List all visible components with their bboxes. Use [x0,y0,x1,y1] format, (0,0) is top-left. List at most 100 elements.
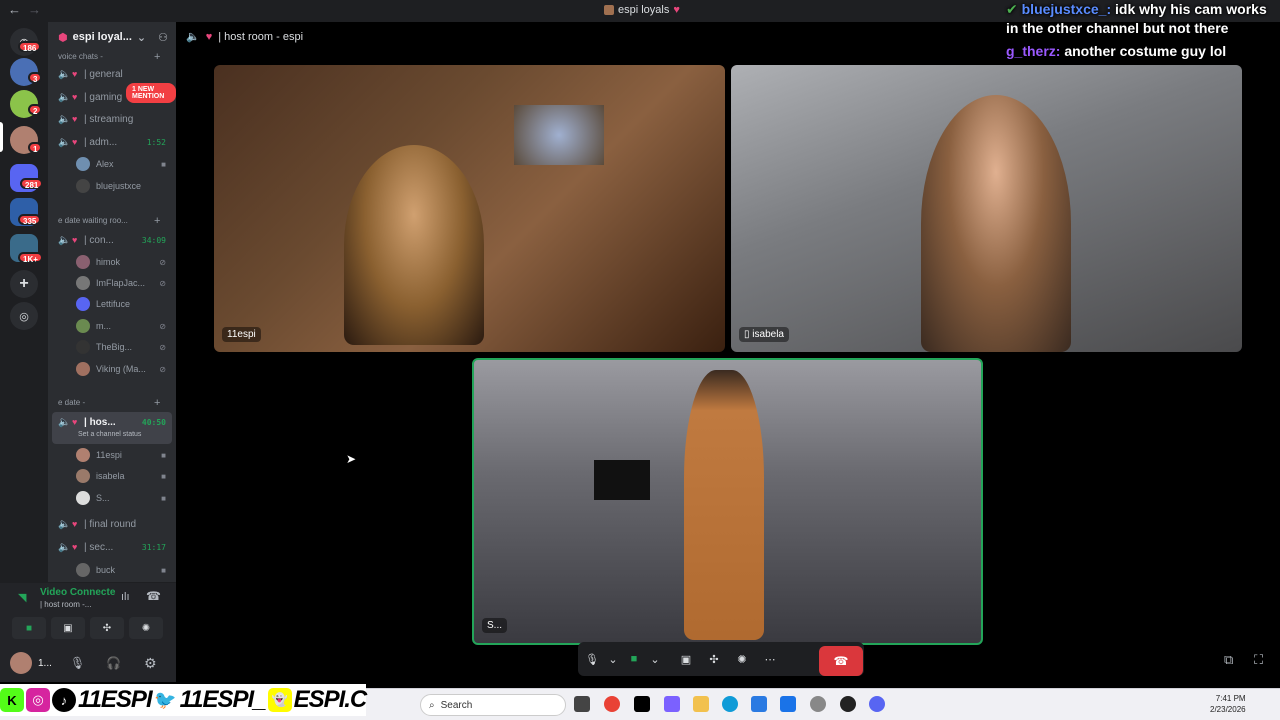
microphone-button[interactable]: 🎙 [578,646,606,672]
heart-icon: ♥ [72,92,78,102]
voice-channel-admin[interactable]: 🔈 ♥ | adm... 1:52 [52,132,172,152]
discord-icon[interactable] [869,696,885,712]
discover-icon[interactable]: ◎ [10,302,38,330]
channel-timer: 34:09 [141,235,166,245]
popout-icon[interactable]: ⧉ [1224,652,1233,668]
voice-user[interactable]: 11espi ■ [76,445,172,465]
add-channel-icon[interactable]: + [154,215,160,227]
soundboard-button[interactable]: ✺ [129,617,163,639]
settings-icon[interactable] [810,696,826,712]
back-arrow-icon[interactable]: ← [8,2,21,17]
voice-channel-general[interactable]: 🔈 ♥ | general [52,64,172,84]
social-handle: 11ESPI [78,686,153,713]
heart-icon: ♥ [72,519,78,529]
guild-badge: 335 [18,214,42,226]
forward-arrow-icon[interactable]: → [28,2,41,17]
file-explorer-icon[interactable] [574,696,590,712]
voice-channel-final-round[interactable]: 🔈 ♥ | final round [52,514,172,534]
avatar [76,362,90,376]
voice-user[interactable]: buck ■ [76,560,172,580]
activities-button[interactable]: ✣ [90,617,124,639]
avatar [76,297,90,311]
speaker-icon: 🔈 [58,518,71,530]
voice-status[interactable]: Video Connecte [40,587,115,598]
active-guild-indicator [0,122,3,152]
voice-user[interactable]: m... ⊘ [76,316,172,336]
video-icon: ■ [161,450,166,460]
app-icon[interactable] [780,696,796,712]
taskbar-search[interactable]: ⌕ Search [420,694,566,716]
video-tile-speaking[interactable]: S... [472,358,983,645]
muted-icon: ⊘ [159,342,166,352]
signal-icon[interactable]: ◥ [18,591,26,604]
headset-icon[interactable]: 🎧 [106,656,121,670]
category-date[interactable]: e date - + [58,397,160,409]
edge-icon[interactable] [722,696,738,712]
new-mention-badge[interactable]: 1 NEW MENTION [126,83,176,103]
voice-user[interactable]: Alex ■ [76,154,172,174]
muted-icon: ⊘ [159,364,166,374]
video-tile-11espi[interactable]: 11espi [214,65,725,352]
camera-button[interactable]: ■ [620,646,648,672]
tiktok-icon[interactable] [634,696,650,712]
chat-message: ✔ bluejustxce_: idk why his cam works in… [1006,1,1267,36]
disconnect-button[interactable]: ☎ [819,646,863,676]
screen-share-button[interactable]: ▣ [51,617,85,639]
add-channel-icon[interactable]: + [154,51,160,63]
more-options-icon[interactable]: ⋯ [756,646,784,672]
call-area: 🔈 ♥ | host room - espi 11espi ▯ isabela … [176,22,1280,682]
folder-icon[interactable] [693,696,709,712]
muted-icon: ⊘ [159,257,166,267]
avatar [76,340,90,354]
voice-channel-host-room[interactable]: 🔈 ♥ | hos... 40:50 [52,412,172,432]
add-server-icon[interactable]: + [10,270,38,298]
voice-user[interactable]: Viking (Ma... ⊘ [76,359,172,379]
server-header[interactable]: ⬢ espi loyal... ⌄ ⚇ [48,22,176,52]
guild-badge: 281 [20,178,44,190]
channel-status[interactable]: Set a channel status [78,431,141,438]
voice-user[interactable]: Lettifuce [76,294,172,314]
voice-user[interactable]: TheBig... ⊘ [76,337,172,357]
camera-button[interactable]: ■ [12,617,46,639]
gear-icon[interactable]: ⚙ [144,655,157,672]
fullscreen-icon[interactable]: ⛶ [1254,652,1263,668]
chrome-icon[interactable] [604,696,620,712]
screen-share-button[interactable]: ▣ [672,646,700,672]
voice-channel-con[interactable]: 🔈 ♥ | con... 34:09 [52,230,172,250]
voice-channel-streaming[interactable]: 🔈 ♥ | streaming [52,109,172,129]
copilot-icon[interactable] [664,696,680,712]
add-channel-icon[interactable]: + [154,397,160,409]
avatar [76,255,90,269]
chevron-down-icon[interactable]: ⌄ [606,646,620,672]
voice-channel-sec[interactable]: 🔈 ♥ | sec... 31:17 [52,537,172,557]
voice-user[interactable]: himok ⊘ [76,252,172,272]
username[interactable]: 1... [38,658,52,669]
category-voice-chats[interactable]: voice chats - + [58,51,160,63]
voice-user[interactable]: ImFlapJac... ⊘ [76,273,172,293]
speaker-icon: 🔈 [58,68,71,80]
voice-user[interactable]: bluejustxce [76,176,172,196]
video-tile-isabela[interactable]: ▯ isabela [731,65,1242,352]
voice-user[interactable]: isabela ■ [76,466,172,486]
activities-button[interactable]: ✣ [700,646,728,672]
category-waiting-room[interactable]: e date waiting roo... + [58,215,160,227]
tiktok-logo-icon: ♪ [52,688,76,712]
voice-channel-link[interactable]: | host room -... [40,600,91,609]
chevron-down-icon[interactable]: ⌄ [648,646,662,672]
disconnect-icon[interactable]: ☎ [146,589,161,603]
add-member-icon[interactable]: ⚇ [158,31,168,44]
participant-name: ▯ isabela [739,327,789,342]
taskbar-clock[interactable]: 7:41 PM 2/23/2026 [1210,693,1246,715]
microphone-icon[interactable]: 🎙 [70,656,85,670]
window-title: espi loyals ♥ [604,4,680,16]
store-icon[interactable] [751,696,767,712]
avatar[interactable] [10,652,32,674]
noise-suppression-icon[interactable]: ılı [121,591,130,603]
video-feed [684,370,764,640]
speaker-active-icon: 🔈 [58,541,71,553]
soundboard-button[interactable]: ✺ [728,646,756,672]
voice-user[interactable]: S... ■ [76,488,172,508]
voice-connection-panel: ◥ Video Connecte | host room -... ılı ☎ … [0,582,176,682]
obs-icon[interactable] [840,696,856,712]
avatar [76,179,90,193]
